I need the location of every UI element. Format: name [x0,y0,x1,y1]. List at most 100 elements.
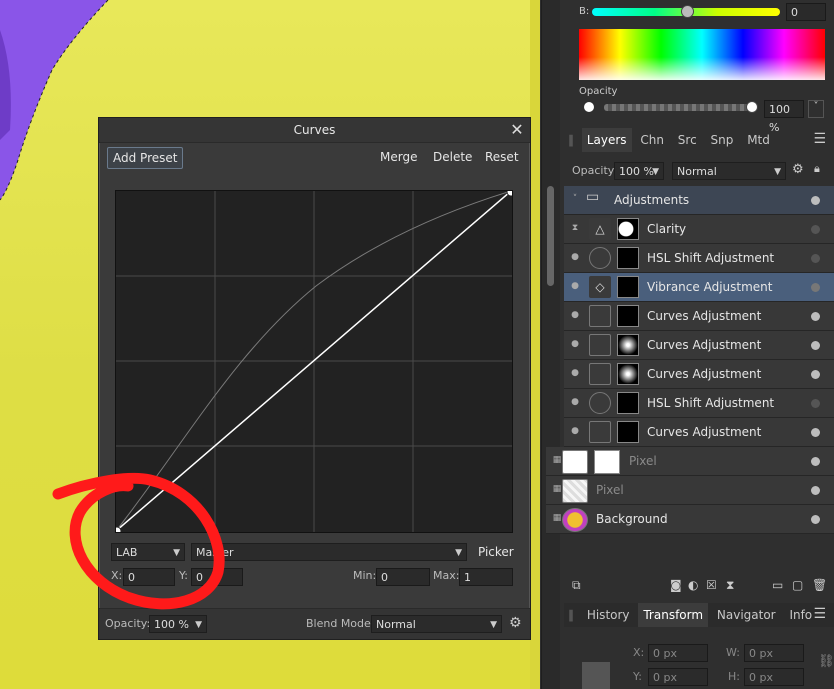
layer-row[interactable]: ● ◇ Vibrance Adjustment [564,273,834,302]
new-layer-icon[interactable]: ▢ [792,578,803,592]
y-input[interactable]: 0 [191,568,243,586]
opacity-input[interactable]: 100 % [764,100,804,134]
gear-icon[interactable]: ⚙ [509,615,522,631]
adjustment-icon[interactable]: ◐ [688,578,698,592]
visibility-dot[interactable] [811,515,820,524]
layer-row[interactable]: ▦ Pixel [546,447,834,476]
layer-row[interactable]: ● Curves Adjustment [564,302,834,331]
picker-button[interactable]: Picker [473,542,519,562]
document-canvas[interactable]: Curves ✕ Add Preset Merge Delete Reset L… [0,0,540,689]
layer-mask-thumb [594,450,620,474]
layers-blend-select[interactable]: Normal ▼ [672,162,786,180]
layer-options-icon[interactable]: ⧉ [572,578,581,593]
opacity-slider-handle[interactable] [746,101,758,113]
transform-w-input[interactable]: 0 px [744,644,804,662]
visibility-dot[interactable] [811,428,820,437]
layer-name: HSL Shift Adjustment [647,251,775,265]
clarity-icon: △ [589,218,611,240]
visibility-dot[interactable] [811,225,820,234]
layer-row[interactable]: ● HSL Shift Adjustment [564,244,834,273]
opacity-select[interactable]: 100 % ▼ [149,615,207,633]
curves-titlebar[interactable]: Curves ✕ [99,118,530,143]
layer-mask-thumb [617,392,639,414]
opacity-slider[interactable] [604,101,758,113]
b-slider-handle[interactable] [681,5,694,18]
visibility-dot[interactable] [811,457,820,466]
panel-scrollbar[interactable] [542,0,560,689]
curve-handle-top[interactable] [506,187,516,197]
transform-x-input[interactable]: 0 px [648,644,708,662]
tab-transform[interactable]: Transform [638,603,709,627]
visibility-dot[interactable] [811,196,820,205]
hsl-icon [589,392,611,414]
tab-src[interactable]: Src [673,128,702,152]
lock-icon[interactable]: 🔒︎ [814,162,820,176]
x-input[interactable]: 0 [123,568,175,586]
visibility-dot[interactable] [811,312,820,321]
merge-button[interactable]: Merge [375,147,422,167]
transform-h-input[interactable]: 0 px [744,668,804,686]
visibility-dot[interactable] [811,341,820,350]
visibility-dot[interactable] [811,283,820,292]
live-filter-icon[interactable]: ⧗ [726,578,734,593]
tab-history[interactable]: History [582,603,635,627]
layer-name: Pixel [629,454,657,468]
tab-chn[interactable]: Chn [635,128,669,152]
link-icon[interactable]: ⛓ [818,654,834,669]
menu-icon[interactable]: ☰ [813,606,826,622]
add-preset-button[interactable]: Add Preset [107,147,184,169]
curve-graph[interactable] [112,187,516,536]
layer-mask-thumb [617,421,639,443]
blend-mode-select[interactable]: Normal ▼ [371,615,502,633]
layer-row[interactable]: ● Curves Adjustment [564,331,834,360]
layer-row[interactable]: ● Curves Adjustment [564,360,834,389]
layer-row[interactable]: ⧗ △ Clarity [564,215,834,244]
channel-select[interactable]: Master ▼ [191,543,467,561]
layer-name: Background [596,512,668,526]
opacity-label: Opacity [579,86,618,97]
tab-layers[interactable]: Layers [581,128,632,152]
layer-mask-thumb [617,363,639,385]
layer-mask-thumb [617,334,639,356]
tab-navigator[interactable]: Navigator [712,603,781,627]
color-space-select[interactable]: LAB ▼ [111,543,185,561]
gear-icon[interactable]: ⚙ [792,162,804,177]
expand-chevron-icon[interactable]: ˅ [570,194,580,204]
menu-icon[interactable]: ☰ [813,131,826,147]
delete-button[interactable]: Delete [428,147,477,167]
layers-opacity-select[interactable]: 100 % ▼ [614,162,664,180]
max-input[interactable]: 1 [459,568,513,586]
layer-row[interactable]: ● Curves Adjustment [564,418,834,447]
tab-info[interactable]: Info [784,603,817,627]
fx-icon[interactable]: ☒ [706,578,717,592]
transform-y-label: Y: [633,670,642,683]
anchor-selector[interactable] [582,662,610,689]
folder-icon[interactable]: ▭ [772,578,783,592]
visibility-dot[interactable] [811,370,820,379]
layer-row[interactable]: ▦ Background [546,505,834,534]
layer-row[interactable]: ˅ ▭ Adjustments [564,186,834,215]
bullet-icon: ● [571,426,579,436]
checker-icon: ▦ [552,513,562,523]
visibility-dot[interactable] [811,254,820,263]
visibility-dot[interactable] [811,399,820,408]
b-slider[interactable] [592,5,780,18]
min-input[interactable]: 0 [376,568,430,586]
close-icon[interactable]: ✕ [510,118,524,142]
transform-y-input[interactable]: 0 px [648,668,708,686]
tab-mtd[interactable]: Mtd [742,128,775,152]
color-spectrum[interactable] [579,29,825,80]
mask-icon[interactable]: ◙ [670,578,682,592]
visibility-dot[interactable] [811,486,820,495]
trash-icon[interactable]: 🗑︎ [812,578,827,592]
scrollbar-thumb[interactable] [547,186,554,286]
layer-row[interactable]: ● HSL Shift Adjustment [564,389,834,418]
reset-button[interactable]: Reset [480,147,524,167]
curve-graph-svg [112,187,516,536]
curves-channel-row: LAB ▼ Master ▼ Picker [99,542,530,564]
color-swatch[interactable] [584,102,594,112]
layer-row[interactable]: ▦ Pixel [546,476,834,505]
tab-snp[interactable]: Snp [706,128,739,152]
b-input[interactable]: 0 [786,3,826,21]
chevron-down-icon[interactable]: ˅ [808,100,824,118]
